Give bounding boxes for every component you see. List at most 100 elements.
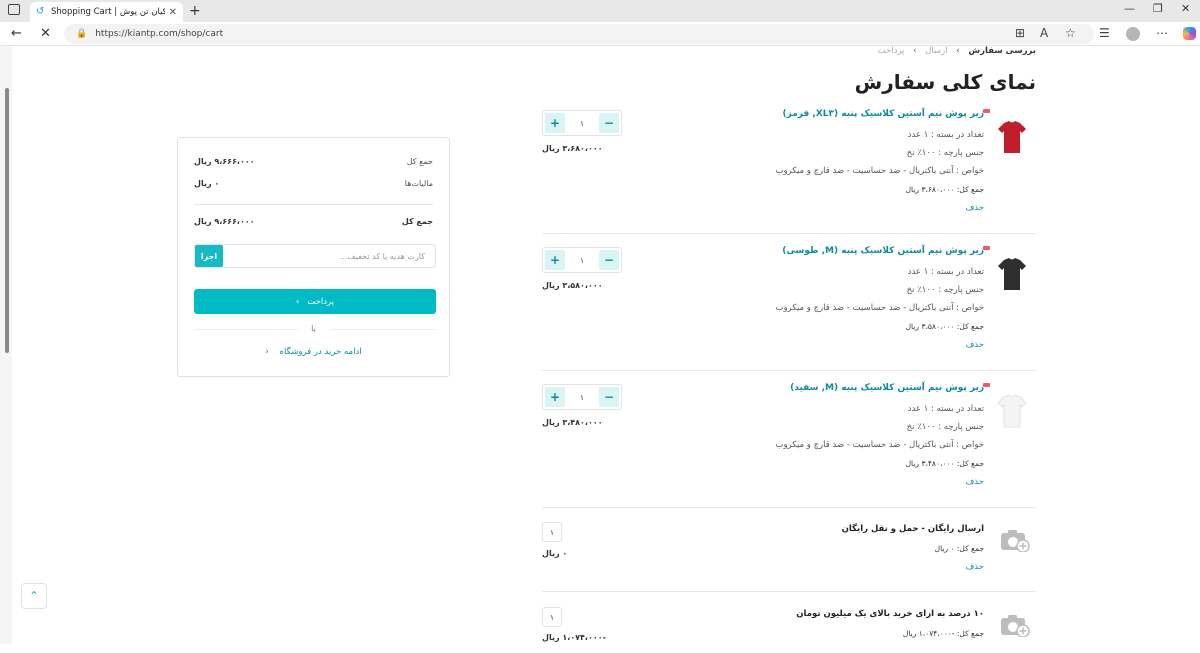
product-features: خواص : آنتی باکتریال - ضد حساسیت - ضد قا…	[775, 440, 984, 450]
tax-row: مالیات‌ها ۰ ریال	[194, 179, 433, 188]
read-aloud-icon[interactable]: A	[1040, 26, 1048, 40]
increase-quantity-button[interactable]: +	[545, 250, 565, 270]
tshirt-red-image	[998, 121, 1026, 153]
quantity-stepper: + ۱ −	[542, 247, 622, 273]
copilot-icon[interactable]	[1183, 27, 1196, 40]
subtotal-row: جمع کل ۹،۶۶۶،۰۰۰ ریال	[194, 157, 433, 166]
product-title-link[interactable]: زیر پوش نیم آستین کلاسیک پنبه (M, طوسی)	[782, 246, 984, 256]
product-title-link[interactable]: زیر پوش نیم آستین کلاسیک پنبه (XL۳, قرمز…	[783, 109, 985, 119]
increase-quantity-button[interactable]: +	[545, 113, 565, 133]
subtotal-value: ۹،۶۶۶،۰۰۰ ریال	[194, 157, 255, 166]
app-available-icon[interactable]: ⊞	[1015, 26, 1025, 40]
product-title-link[interactable]: زیر پوش نیم آستین کلاسیک پنبه (M, سفید)	[790, 383, 984, 393]
service-total: جمع کل: ۰ ریال	[934, 544, 984, 553]
remove-tag-icon[interactable]	[983, 383, 990, 387]
line-price: ۳،۶۸۰،۰۰۰ ریال	[542, 144, 603, 153]
divider	[194, 204, 433, 205]
tab-title: Shopping Cart | کیان تن پوش	[51, 7, 165, 17]
product-total: جمع کل: ۳،۶۸۰،۰۰۰ ریال	[905, 185, 984, 194]
product-pack: تعداد در بسته : ۱ عدد	[907, 404, 984, 414]
cart-item: زیر پوش نیم آستین کلاسیک پنبه (M, طوسی) …	[542, 234, 1036, 371]
back-icon[interactable]: ←	[11, 26, 22, 41]
cart-service-item: ۱۰ درصد به ازای خرید بالای یک میلیون توم…	[542, 593, 1036, 653]
stop-loading-icon[interactable]: ✕	[40, 26, 51, 41]
delete-link[interactable]: حذف	[965, 203, 984, 213]
close-tab-icon[interactable]: ✕	[169, 7, 177, 18]
browser-tab[interactable]: ↺ Shopping Cart | کیان تن پوش ✕	[30, 2, 183, 22]
tab-actions-icon[interactable]	[8, 4, 20, 15]
chevron-left-icon: ›	[913, 46, 917, 56]
maximize-icon[interactable]: ❐	[1153, 2, 1163, 15]
line-price: -۱،۰۷۴،۰۰۰ ریال	[542, 633, 606, 642]
breadcrumb-review[interactable]: بررسی سفارش	[968, 46, 1036, 56]
service-title: ۱۰ درصد به ازای خرید بالای یک میلیون توم…	[796, 609, 984, 619]
line-price: ۰ ریال	[542, 549, 568, 558]
increase-quantity-button[interactable]: +	[545, 387, 565, 407]
quantity-stepper: + ۱ −	[542, 384, 622, 410]
service-title: ارسال رایگان - حمل و نقل رایگان	[841, 524, 984, 534]
chevron-left-icon: ›	[295, 296, 300, 307]
continue-shopping-link[interactable]: ادامه خرید در فروشگاه ‹	[178, 347, 449, 357]
total-row: جمع کل ۹،۶۶۶،۰۰۰ ریال	[194, 217, 433, 226]
product-fabric: جنس پارچه : ۱۰۰٪ نخ	[906, 148, 984, 158]
line-price: ۳،۵۸۰،۰۰۰ ریال	[542, 281, 603, 290]
profile-avatar[interactable]	[1126, 27, 1140, 41]
tshirt-white-image	[997, 394, 1027, 428]
more-options-icon[interactable]: ⋯	[1156, 26, 1168, 40]
product-total: جمع کل: ۳،۵۸۰،۰۰۰ ریال	[905, 322, 984, 331]
camera-plus-icon	[1001, 615, 1030, 637]
decrease-quantity-button[interactable]: −	[599, 387, 619, 407]
tax-value: ۰ ریال	[194, 179, 220, 188]
quantity-stepper: + ۱ −	[542, 110, 622, 136]
line-price: ۳،۴۸۰،۰۰۰ ریال	[542, 418, 603, 427]
product-features: خواص : آنتی باکتریال - ضد حساسیت - ضد قا…	[775, 166, 984, 176]
continue-shopping-label: ادامه خرید در فروشگاه	[279, 347, 362, 357]
address-bar[interactable]: 🔒 https://kiantp.com/shop/cart	[64, 24, 1094, 44]
scrollbar-thumb[interactable]	[5, 88, 9, 353]
breadcrumb-shipping[interactable]: ارسال	[925, 46, 947, 56]
browser-tab-strip: ↺ Shopping Cart | کیان تن پوش ✕ + — ❐ ✕	[0, 0, 1200, 22]
order-summary-card: جمع کل ۹،۶۶۶،۰۰۰ ریال مالیات‌ها ۰ ریال ج…	[177, 137, 450, 377]
chevron-left-icon: ‹	[265, 347, 269, 357]
pay-button[interactable]: پرداخت ›	[194, 289, 436, 314]
url-text: https://kiantp.com/shop/cart	[95, 29, 224, 39]
apply-coupon-button[interactable]: اجرا	[195, 245, 223, 267]
service-total: جمع کل: -۱،۰۷۴،۰۰۰ ریال	[902, 629, 984, 638]
delete-link[interactable]: حذف	[965, 340, 984, 350]
quantity-value[interactable]: ۱	[580, 256, 584, 265]
coupon-input[interactable]: کارت هدیه یا کد تخفیف...	[340, 252, 425, 261]
site-favicon-icon: ↺	[36, 6, 45, 17]
favorites-icon[interactable]: ☰	[1099, 26, 1110, 40]
close-window-icon[interactable]: ✕	[1181, 2, 1190, 15]
new-tab-button[interactable]: +	[189, 3, 201, 19]
product-features: خواص : آنتی باکتریال - ضد حساسیت - ضد قا…	[775, 303, 984, 313]
product-total: جمع کل: ۳،۴۸۰،۰۰۰ ریال	[905, 459, 984, 468]
minimize-icon[interactable]: —	[1124, 2, 1135, 15]
remove-tag-icon[interactable]	[983, 109, 990, 113]
decrease-quantity-button[interactable]: −	[599, 113, 619, 133]
product-pack: تعداد در بسته : ۱ عدد	[907, 130, 984, 140]
cart-item: زیر پوش نیم آستین کلاسیک پنبه (XL۳, قرمز…	[542, 97, 1036, 234]
remove-tag-icon[interactable]	[983, 246, 990, 250]
cart-service-item: ارسال رایگان - حمل و نقل رایگان جمع کل: …	[542, 508, 1036, 592]
chevron-left-icon: ›	[956, 46, 960, 56]
tshirt-gray-image	[998, 258, 1026, 290]
breadcrumb-payment[interactable]: پرداخت	[878, 46, 905, 56]
favorite-star-icon[interactable]: ☆	[1065, 26, 1076, 40]
decrease-quantity-button[interactable]: −	[599, 250, 619, 270]
camera-plus-icon	[1001, 530, 1030, 552]
product-pack: تعداد در بسته : ۱ عدد	[907, 267, 984, 277]
delete-link[interactable]: حذف	[965, 562, 984, 572]
cart-item: زیر پوش نیم آستین کلاسیک پنبه (M, سفید) …	[542, 371, 1036, 508]
scroll-to-top-button[interactable]: ⌃	[21, 583, 47, 609]
product-fabric: جنس پارچه : ۱۰۰٪ نخ	[906, 285, 984, 295]
chevron-up-icon: ⌃	[28, 589, 40, 603]
lock-icon: 🔒	[76, 29, 88, 39]
page-title: نمای کلی سفارش	[854, 70, 1036, 94]
quantity-value: ۱	[542, 607, 562, 627]
delete-link[interactable]: حذف	[965, 477, 984, 487]
breadcrumb: بررسی سفارش › ارسال › پرداخت	[878, 46, 1036, 56]
coupon-field[interactable]: کارت هدیه یا کد تخفیف... اجرا	[194, 244, 436, 268]
quantity-value[interactable]: ۱	[580, 119, 584, 128]
quantity-value[interactable]: ۱	[580, 393, 584, 402]
